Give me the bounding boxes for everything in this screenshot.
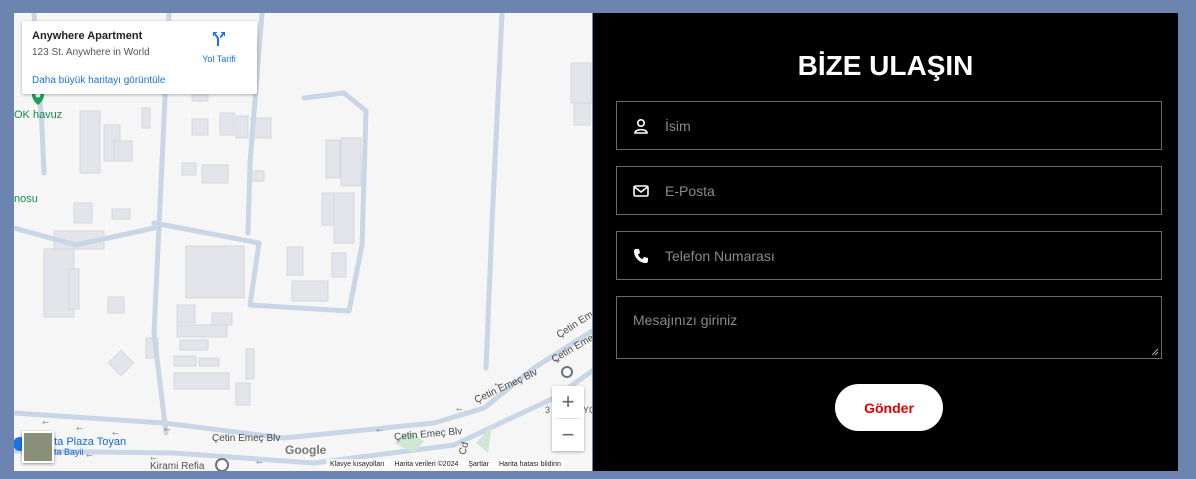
poi-label-nosu[interactable]: nosu bbox=[14, 193, 38, 205]
satellite-toggle-thumbnail[interactable] bbox=[22, 431, 54, 463]
contact-form: BİZE ULAŞIN Gönder bbox=[593, 13, 1178, 471]
phone-icon bbox=[617, 248, 665, 264]
email-field[interactable] bbox=[616, 166, 1162, 215]
svg-text:←: ← bbox=[456, 405, 463, 414]
email-input[interactable] bbox=[665, 182, 1161, 199]
user-icon bbox=[617, 118, 665, 134]
resize-handle-icon[interactable] bbox=[1151, 348, 1159, 356]
message-field[interactable] bbox=[616, 296, 1162, 359]
map-label-number: 3 bbox=[545, 405, 551, 415]
directions-arrow-icon bbox=[213, 32, 225, 46]
svg-text:←: ← bbox=[86, 451, 93, 460]
terms-link[interactable]: Şartlar bbox=[468, 461, 489, 469]
zoom-control: + − bbox=[552, 386, 584, 451]
message-textarea[interactable] bbox=[633, 312, 1145, 342]
form-title: BİZE ULAŞIN bbox=[797, 50, 974, 81]
poi-label-kirami[interactable]: Kirami Refia bbox=[150, 461, 204, 471]
phone-input[interactable] bbox=[665, 247, 1161, 264]
svg-text:←: ← bbox=[76, 424, 83, 433]
directions-label: Yol Tarifi bbox=[202, 54, 236, 64]
keyboard-shortcuts-link[interactable]: Klavye kısayolları bbox=[330, 461, 384, 469]
map-attribution: Klavye kısayolları Harita verileri ©2024… bbox=[326, 459, 565, 471]
poi-label-plaza-sub[interactable]: ta Bayii bbox=[54, 447, 84, 457]
svg-text:←: ← bbox=[164, 425, 171, 434]
road-label: Çetin Emeç Blv bbox=[212, 433, 281, 444]
envelope-icon bbox=[617, 184, 665, 198]
name-input[interactable] bbox=[665, 117, 1161, 134]
map-data-text: Harita verileri ©2024 bbox=[394, 461, 459, 468]
poi-label-ok-havuz[interactable]: OK havuz bbox=[14, 109, 62, 121]
svg-text:←: ← bbox=[42, 418, 49, 427]
directions-button[interactable]: Yol Tarifi bbox=[193, 30, 245, 64]
google-logo: Google bbox=[285, 443, 327, 457]
svg-text:←: ← bbox=[376, 426, 383, 435]
report-error-link[interactable]: Harita hatası bildirin bbox=[499, 461, 561, 469]
name-field[interactable] bbox=[616, 101, 1162, 150]
submit-button[interactable]: Gönder bbox=[835, 384, 943, 431]
place-info-card: Anywhere Apartment 123 St. Anywhere in W… bbox=[22, 21, 257, 94]
svg-text:←: ← bbox=[256, 458, 263, 467]
phone-field[interactable] bbox=[616, 231, 1162, 280]
larger-map-link[interactable]: Daha büyük haritayı görüntüle bbox=[32, 75, 165, 86]
zoom-out-button[interactable]: − bbox=[552, 419, 584, 451]
zoom-in-button[interactable]: + bbox=[552, 386, 584, 418]
embedded-map[interactable]: ← ← ← ← ← ← ← ← ← ← ← Anywhere Apartment… bbox=[14, 13, 592, 471]
map-label-yc: YC bbox=[583, 405, 592, 415]
